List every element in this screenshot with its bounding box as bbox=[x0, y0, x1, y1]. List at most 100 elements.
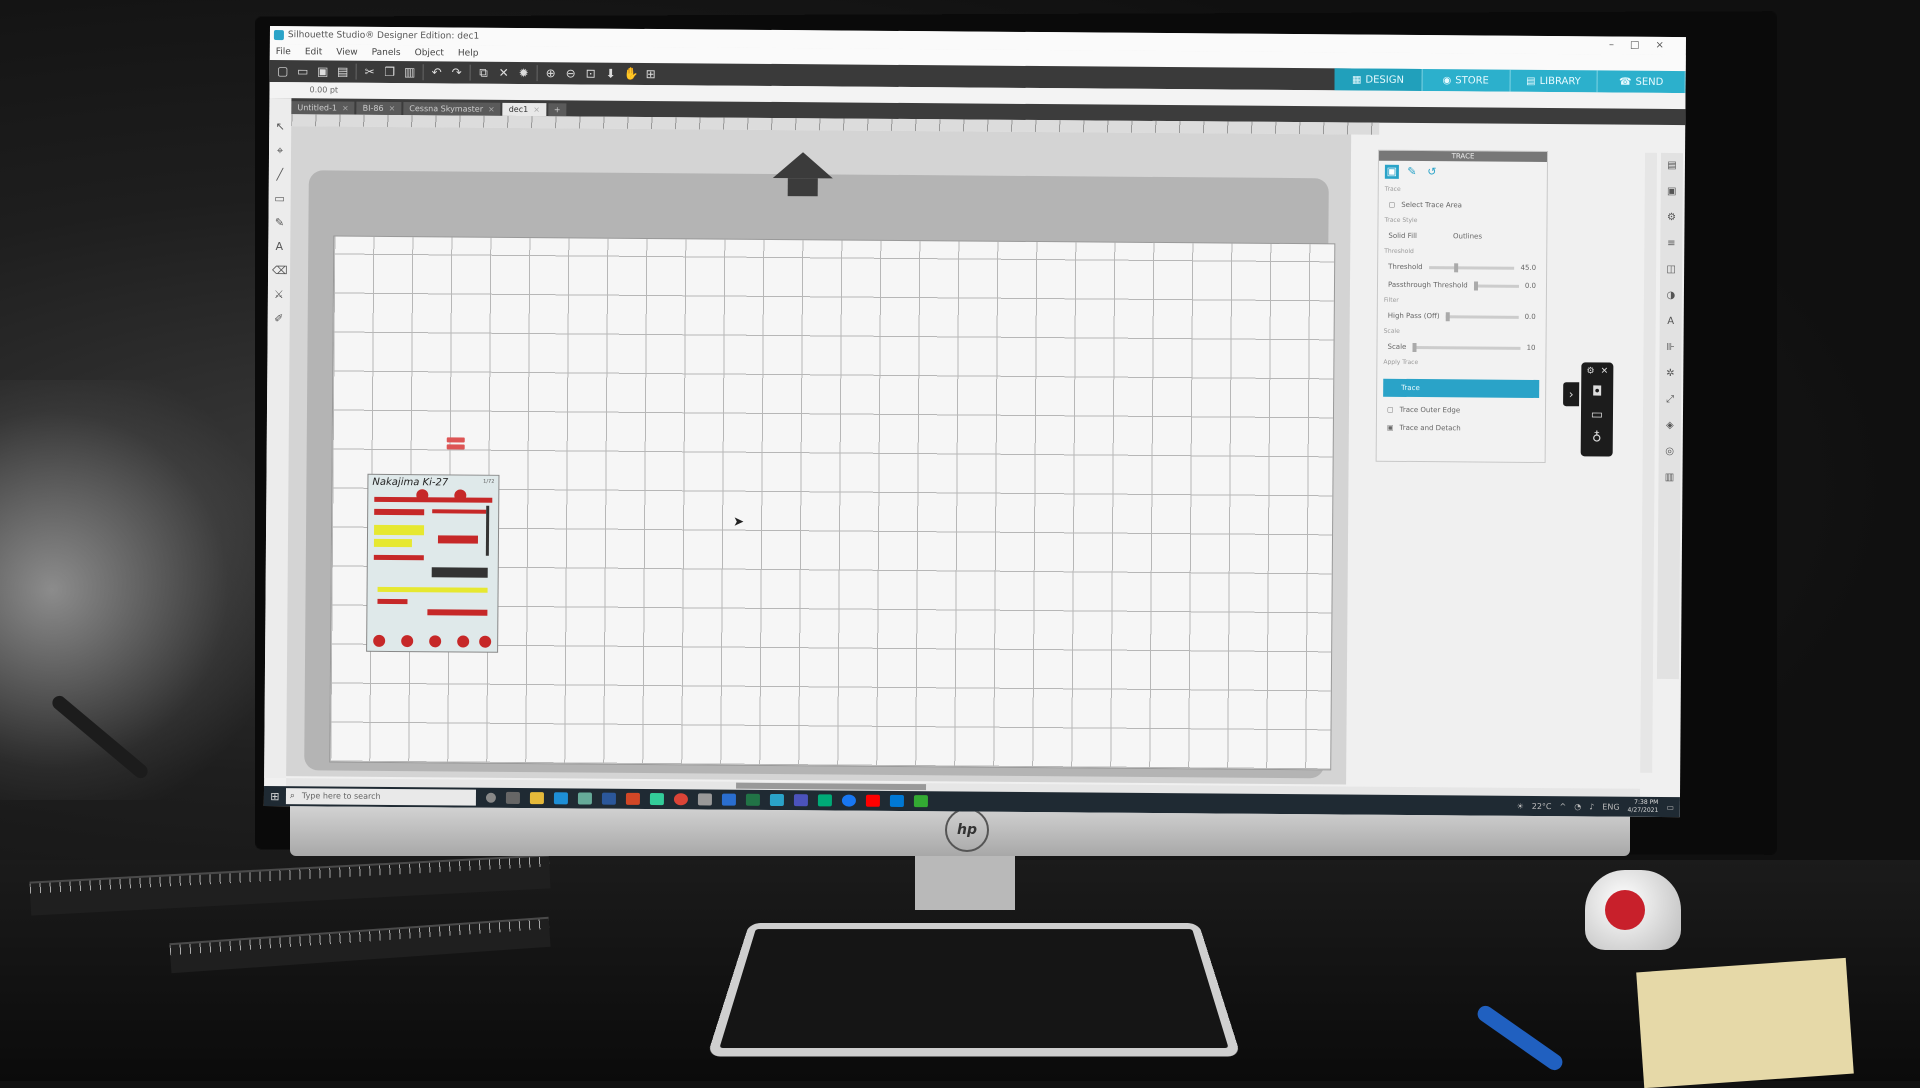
layers-icon[interactable]: ▥ bbox=[1662, 471, 1676, 485]
rectangle-tool-icon[interactable]: ▭ bbox=[273, 192, 287, 206]
save-icon[interactable]: ▣ bbox=[316, 64, 330, 78]
lasso-icon[interactable]: ↺ bbox=[1425, 165, 1439, 179]
chrome-icon[interactable] bbox=[673, 793, 688, 806]
menu-view[interactable]: View bbox=[336, 45, 357, 61]
gear-icon[interactable]: ⚙ bbox=[1586, 366, 1594, 376]
text-tool-icon[interactable]: A bbox=[272, 240, 286, 254]
silhouette-taskbar-icon[interactable] bbox=[769, 793, 784, 807]
decal-sheet-image[interactable]: Nakajima Ki-27 1/72 bbox=[367, 474, 499, 652]
close-button[interactable]: × bbox=[1655, 40, 1679, 51]
window-controls[interactable]: –□× bbox=[1609, 37, 1680, 56]
pan-down-icon[interactable]: ⬇ bbox=[604, 67, 618, 81]
app-icon-4[interactable] bbox=[817, 794, 832, 807]
zoom-in-icon[interactable]: ⊕ bbox=[544, 66, 558, 80]
youtube-icon[interactable] bbox=[865, 794, 880, 807]
select-all-icon[interactable]: ✹ bbox=[517, 66, 531, 80]
close-icon[interactable]: × bbox=[488, 105, 495, 114]
knife-tool-icon[interactable]: ⚔ bbox=[272, 288, 286, 302]
transform-icon[interactable]: ⤢ bbox=[1663, 393, 1677, 407]
tab-design[interactable]: ▦ DESIGN bbox=[1334, 68, 1423, 92]
close-icon[interactable]: × bbox=[342, 104, 349, 113]
text-style-icon[interactable]: A bbox=[1664, 315, 1678, 329]
eyedropper-tool-icon[interactable]: ✐ bbox=[272, 312, 286, 326]
app-icon-2[interactable] bbox=[697, 793, 712, 806]
scale-slider[interactable] bbox=[1412, 342, 1521, 352]
minimize-button[interactable]: – bbox=[1609, 40, 1630, 51]
close-icon[interactable]: ✕ bbox=[1601, 366, 1609, 376]
modify-icon[interactable]: ◈ bbox=[1663, 419, 1677, 433]
app-icon-5[interactable] bbox=[913, 795, 928, 808]
send-panel-icon[interactable]: ▣ bbox=[1665, 185, 1679, 199]
redo-icon[interactable]: ↷ bbox=[450, 65, 464, 79]
passthrough-value[interactable]: 0.0 bbox=[1525, 282, 1536, 290]
powerpoint-icon[interactable] bbox=[625, 792, 640, 805]
excel-icon[interactable] bbox=[745, 793, 760, 806]
select-trace-area-button[interactable]: ▢ Select Trace Area bbox=[1379, 196, 1547, 215]
threshold-slider[interactable] bbox=[1428, 262, 1515, 272]
menu-help[interactable]: Help bbox=[458, 45, 479, 61]
tab-store[interactable]: ◉ STORE bbox=[1422, 69, 1511, 92]
store-app-icon[interactable] bbox=[577, 792, 592, 805]
trace-button[interactable]: Trace bbox=[1383, 378, 1540, 398]
language-indicator[interactable]: ENG bbox=[1602, 802, 1619, 811]
outlines-option[interactable]: Outlines bbox=[1453, 232, 1482, 240]
tab-library[interactable]: ▤ LIBRARY bbox=[1510, 69, 1598, 93]
trace-and-detach-button[interactable]: ▣ Trace and Detach bbox=[1377, 419, 1545, 438]
chevron-right-icon[interactable]: › bbox=[1563, 382, 1580, 407]
menu-file[interactable]: File bbox=[276, 44, 291, 60]
doc-tab-dec1[interactable]: dec1 × bbox=[502, 102, 546, 117]
offset-icon[interactable]: ◎ bbox=[1663, 445, 1677, 459]
network-icon[interactable]: ◔ bbox=[1574, 802, 1581, 811]
line-tool-icon[interactable]: ╱ bbox=[273, 168, 287, 182]
close-icon[interactable]: × bbox=[389, 104, 396, 113]
microphone-icon[interactable]: ♁ bbox=[1592, 430, 1602, 445]
ungroup-icon[interactable]: ✕ bbox=[497, 66, 511, 80]
zoom-fit-icon[interactable]: ⊡ bbox=[584, 66, 598, 80]
cut-icon[interactable]: ✂ bbox=[363, 65, 377, 79]
edit-points-icon[interactable]: ⌖ bbox=[273, 144, 287, 158]
word-icon[interactable] bbox=[601, 792, 616, 805]
eraser-tool-icon[interactable]: ⌫ bbox=[272, 264, 288, 278]
group-icon[interactable]: ⧉ bbox=[477, 66, 491, 80]
maximize-button[interactable]: □ bbox=[1630, 40, 1656, 51]
vertical-scrollbar[interactable] bbox=[1640, 152, 1658, 773]
fit-page-icon[interactable]: ⊞ bbox=[644, 67, 658, 81]
gear-icon[interactable]: ⚙ bbox=[1664, 211, 1678, 225]
taskbar-clock[interactable]: 7:38 PM 4/27/2021 bbox=[1628, 799, 1659, 815]
print-icon[interactable]: ▤ bbox=[336, 65, 350, 79]
align-icon[interactable]: ⊪ bbox=[1663, 341, 1677, 355]
trace-panel-icon[interactable]: ◫ bbox=[1664, 263, 1678, 277]
camera-icon[interactable]: ◘ bbox=[1592, 384, 1602, 399]
edge-icon[interactable] bbox=[553, 792, 568, 805]
select-tool-icon[interactable]: ↖ bbox=[273, 120, 287, 134]
menu-panels[interactable]: Panels bbox=[372, 45, 401, 61]
windows-start-icon[interactable]: ⊞ bbox=[264, 789, 286, 803]
doc-tab-untitled[interactable]: Untitled-1 × bbox=[291, 101, 355, 115]
facebook-icon[interactable] bbox=[841, 794, 856, 807]
solid-fill-option[interactable]: Solid Fill bbox=[1388, 232, 1417, 240]
open-icon[interactable]: ▭ bbox=[296, 64, 310, 78]
zoom-out-icon[interactable]: ⊖ bbox=[564, 66, 578, 80]
scale-value[interactable]: 10 bbox=[1527, 344, 1536, 352]
notifications-icon[interactable]: ▭ bbox=[1666, 802, 1674, 811]
menu-edit[interactable]: Edit bbox=[305, 44, 323, 60]
video-icon[interactable]: ▭ bbox=[1591, 407, 1603, 422]
doc-tab-cessna[interactable]: Cessna Skymaster × bbox=[403, 102, 501, 116]
paste-icon[interactable]: ▥ bbox=[403, 65, 417, 79]
task-view-icon[interactable] bbox=[505, 791, 520, 804]
app-icon-3[interactable] bbox=[721, 793, 736, 806]
decal-fragment[interactable] bbox=[446, 437, 465, 453]
tab-send[interactable]: ☎ SEND bbox=[1597, 70, 1686, 94]
fill-icon[interactable]: ◑ bbox=[1664, 289, 1678, 303]
eyedropper-icon[interactable]: ✎ bbox=[1405, 165, 1419, 179]
menu-object[interactable]: Object bbox=[415, 45, 444, 61]
photos-icon[interactable] bbox=[889, 794, 904, 808]
app-icon[interactable] bbox=[649, 793, 664, 806]
doc-tab-bi86[interactable]: BI-86 × bbox=[356, 101, 402, 116]
line-width-field[interactable]: 0.00 bbox=[309, 85, 327, 94]
pencil-tool-icon[interactable]: ✎ bbox=[272, 216, 286, 230]
trace-tab-icon[interactable]: ▣ bbox=[1384, 164, 1399, 179]
highpass-value[interactable]: 0.0 bbox=[1525, 313, 1536, 321]
line-style-icon[interactable]: ≡ bbox=[1664, 237, 1678, 251]
taskbar-search[interactable]: ⌕ Type here to search bbox=[285, 788, 477, 806]
